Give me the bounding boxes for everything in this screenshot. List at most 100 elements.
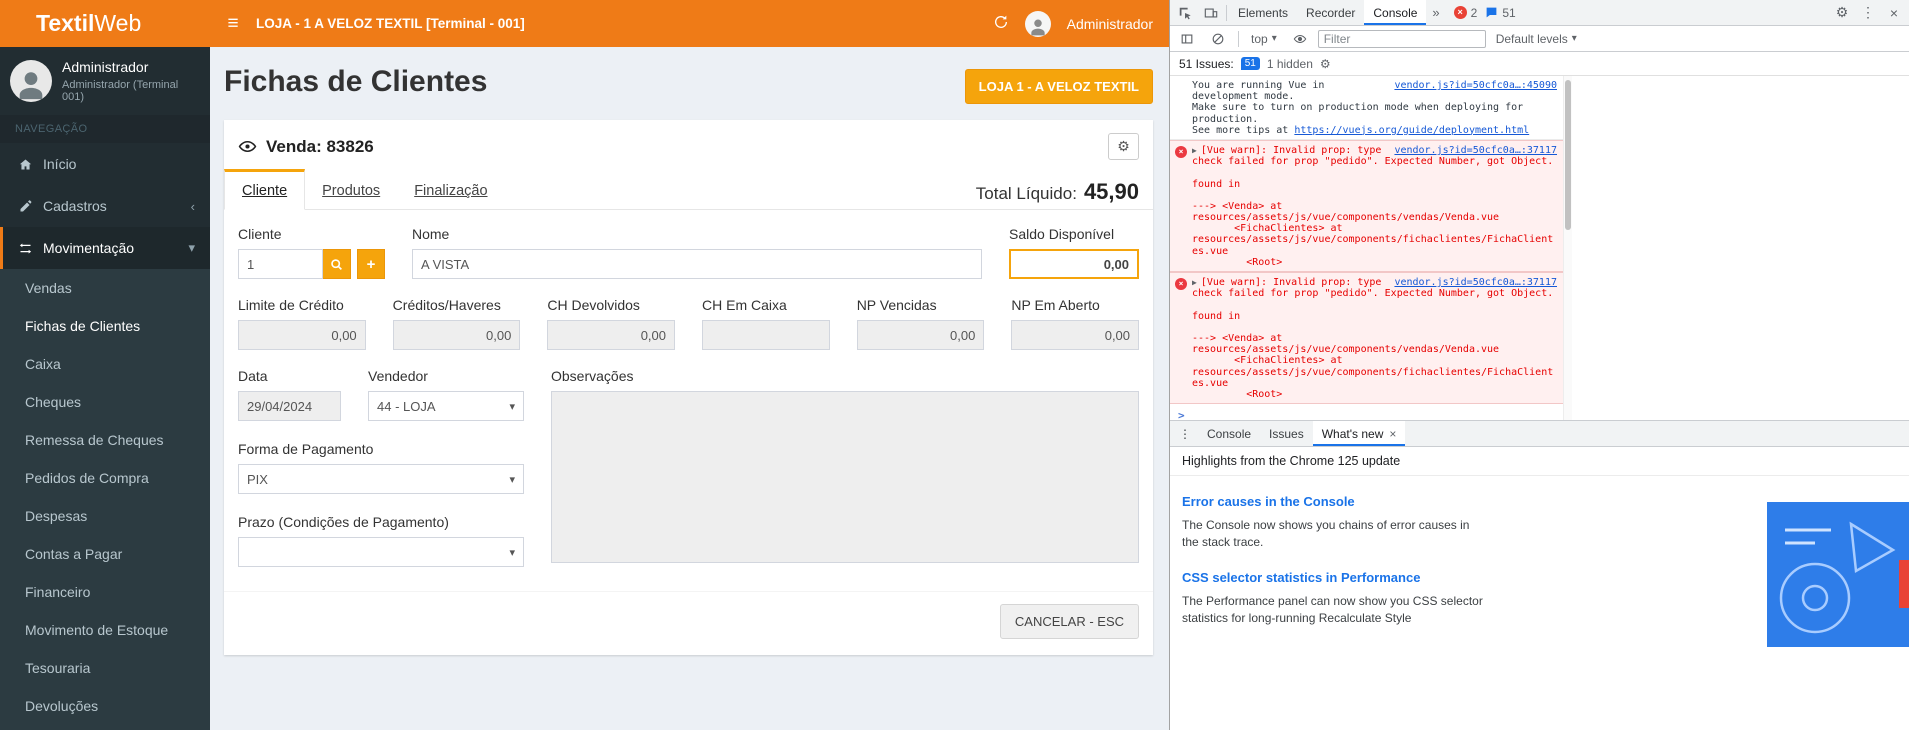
form-row-2: Limite de Crédito Créditos/Haveres CH De… xyxy=(238,297,1139,350)
app-logo[interactable]: TextilWeb xyxy=(0,0,210,47)
topbar-avatar[interactable] xyxy=(1025,11,1051,37)
prazo-field-group: Prazo (Condições de Pagamento) ▾ xyxy=(238,514,524,567)
issues-settings-gear-icon[interactable]: ⚙ xyxy=(1320,57,1331,71)
inspect-element-icon[interactable] xyxy=(1172,0,1198,25)
observacoes-field-group: Observações xyxy=(551,368,1139,567)
exchange-icon xyxy=(18,241,33,256)
device-toolbar-icon[interactable] xyxy=(1198,0,1224,25)
deployment-guide-link[interactable]: https://vuejs.org/guide/deployment.html xyxy=(1294,125,1529,136)
forma-pagamento-select[interactable]: PIX ▾ xyxy=(238,464,524,494)
console-toolbar: top ▾ Default levels ▾ xyxy=(1170,26,1909,52)
forma-pagamento-label: Forma de Pagamento xyxy=(238,441,524,457)
tab-elements[interactable]: Elements xyxy=(1229,0,1297,25)
topbar-username[interactable]: Administrador xyxy=(1067,16,1153,32)
cliente-input[interactable] xyxy=(238,249,323,279)
source-link[interactable]: vendor.js?id=50cfc0a…:37117 xyxy=(1394,277,1557,288)
search-button[interactable] xyxy=(323,249,351,279)
sidebar-item-caixa[interactable]: Caixa xyxy=(0,345,210,383)
chevron-down-icon: ▾ xyxy=(509,546,515,559)
logo-light: Web xyxy=(94,10,141,36)
sidebar-item-contas-a-pagar[interactable]: Contas a Pagar xyxy=(0,535,210,573)
prazo-select[interactable]: ▾ xyxy=(238,537,524,567)
source-link[interactable]: vendor.js?id=50cfc0a…:45090 xyxy=(1394,80,1557,91)
tab-recorder[interactable]: Recorder xyxy=(1297,0,1364,25)
terminal-title: LOJA - 1 A VELOZ TEXTIL [Terminal - 001] xyxy=(256,16,525,31)
drawer-tab-whats-new[interactable]: What's new × xyxy=(1313,421,1406,446)
tab-produtos[interactable]: Produtos xyxy=(305,169,397,210)
sidebar-item-label: Movimentação xyxy=(43,240,134,256)
settings-button[interactable]: ⚙ xyxy=(1108,133,1139,160)
total-liquido: Total Líquido: 45,90 xyxy=(962,169,1153,209)
sidebar-item-movimentacao[interactable]: Movimentação ▾ xyxy=(0,227,210,269)
console-filter-input[interactable] xyxy=(1318,30,1486,48)
more-tabs-icon[interactable]: » xyxy=(1426,5,1445,20)
cliente-form: Cliente + Nome xyxy=(224,210,1153,567)
sidebar-item-despesas[interactable]: Despesas xyxy=(0,497,210,535)
hamburger-menu-icon[interactable]: ≡ xyxy=(210,13,256,35)
error-count-badge[interactable]: × 2 xyxy=(1454,6,1478,20)
sidebar-item-depositos-clientes[interactable]: Depósitos Clientes xyxy=(0,725,210,730)
live-expression-eye-icon[interactable] xyxy=(1287,26,1313,51)
sidebar-user-panel: Administrador Administrador (Terminal 00… xyxy=(0,47,210,115)
close-tab-icon[interactable]: × xyxy=(1389,427,1396,441)
settings-gear-icon[interactable]: ⚙ xyxy=(1829,4,1855,21)
console-prompt[interactable]: > xyxy=(1170,404,1572,420)
console-sidebar-toggle-icon[interactable] xyxy=(1174,26,1200,51)
saldo-input[interactable] xyxy=(1009,249,1139,279)
venda-card: Venda: 83826 ⚙ Cliente Produtos Finaliza… xyxy=(224,120,1153,655)
nav-section-label: NAVEGAÇÃO xyxy=(0,115,210,143)
kebab-menu-icon[interactable]: ⋮ xyxy=(1855,4,1881,21)
creditos-input xyxy=(393,320,521,350)
toolbar-separator xyxy=(1226,5,1227,21)
add-client-button[interactable]: + xyxy=(357,249,385,279)
clear-console-icon[interactable] xyxy=(1205,26,1231,51)
sidebar-item-vendas[interactable]: Vendas xyxy=(0,269,210,307)
user-info: Administrador Administrador (Terminal 00… xyxy=(62,59,200,103)
form-row-3: Data Vendedor 44 - LOJA ▾ xyxy=(238,368,1139,567)
feature-title-link[interactable]: Error causes in the Console xyxy=(1182,494,1487,509)
cancel-button[interactable]: CANCELAR - ESC xyxy=(1000,604,1139,639)
sidebar-item-financeiro[interactable]: Financeiro xyxy=(0,573,210,611)
np-vencidas-input xyxy=(857,320,985,350)
np-vencidas-field-group: NP Vencidas xyxy=(857,297,985,350)
store-button[interactable]: LOJA 1 - A VELOZ TEXTIL xyxy=(965,69,1153,104)
message-bubble-icon xyxy=(1485,6,1498,19)
expand-triangle-icon[interactable]: ▶ xyxy=(1192,146,1197,155)
refresh-icon[interactable] xyxy=(993,14,1009,33)
drawer-tab-console[interactable]: Console xyxy=(1198,421,1260,446)
sidebar-item-movimento-de-estoque[interactable]: Movimento de Estoque xyxy=(0,611,210,649)
sidebar-item-cheques[interactable]: Cheques xyxy=(0,383,210,421)
console-scrollbar[interactable] xyxy=(1563,76,1572,420)
message-count-badge[interactable]: 51 xyxy=(1485,6,1515,20)
nome-label: Nome xyxy=(412,226,982,242)
chevron-left-icon: ‹ xyxy=(191,199,195,214)
vendedor-select[interactable]: 44 - LOJA ▾ xyxy=(368,391,524,421)
saldo-label: Saldo Disponível xyxy=(1009,226,1139,242)
sidebar-item-tesouraria[interactable]: Tesouraria xyxy=(0,649,210,687)
sidebar-item-inicio[interactable]: Início xyxy=(0,143,210,185)
tab-cliente[interactable]: Cliente xyxy=(224,169,305,210)
feature-title-link[interactable]: CSS selector statistics in Performance xyxy=(1182,570,1487,585)
data-field-group: Data xyxy=(238,368,341,421)
np-vencidas-label: NP Vencidas xyxy=(857,297,985,313)
tab-console[interactable]: Console xyxy=(1364,0,1426,25)
tab-finalizacao[interactable]: Finalização xyxy=(397,169,504,210)
drawer-tab-issues[interactable]: Issues xyxy=(1260,421,1313,446)
sidebar-item-devolucoes[interactable]: Devoluções xyxy=(0,687,210,725)
close-devtools-icon[interactable]: × xyxy=(1881,5,1907,21)
context-selector[interactable]: top ▾ xyxy=(1246,32,1282,46)
issues-count-badge[interactable]: 51 xyxy=(1241,57,1260,70)
drawer-kebab-icon[interactable]: ⋮ xyxy=(1172,421,1198,446)
eye-icon xyxy=(238,140,257,153)
log-levels-selector[interactable]: Default levels ▾ xyxy=(1491,32,1582,46)
sidebar-item-remessa-de-cheques[interactable]: Remessa de Cheques xyxy=(0,421,210,459)
scrollbar-thumb[interactable] xyxy=(1565,80,1571,230)
sidebar-item-fichas-de-clientes[interactable]: Fichas de Clientes xyxy=(0,307,210,345)
topbar-right: Administrador xyxy=(993,11,1169,37)
sidebar-item-pedidos-de-compra[interactable]: Pedidos de Compra xyxy=(0,459,210,497)
expand-triangle-icon[interactable]: ▶ xyxy=(1192,278,1197,287)
error-icon: × xyxy=(1175,146,1187,158)
source-link[interactable]: vendor.js?id=50cfc0a…:37117 xyxy=(1394,145,1557,156)
nome-input[interactable] xyxy=(412,249,982,279)
sidebar-item-cadastros[interactable]: Cadastros ‹ xyxy=(0,185,210,227)
